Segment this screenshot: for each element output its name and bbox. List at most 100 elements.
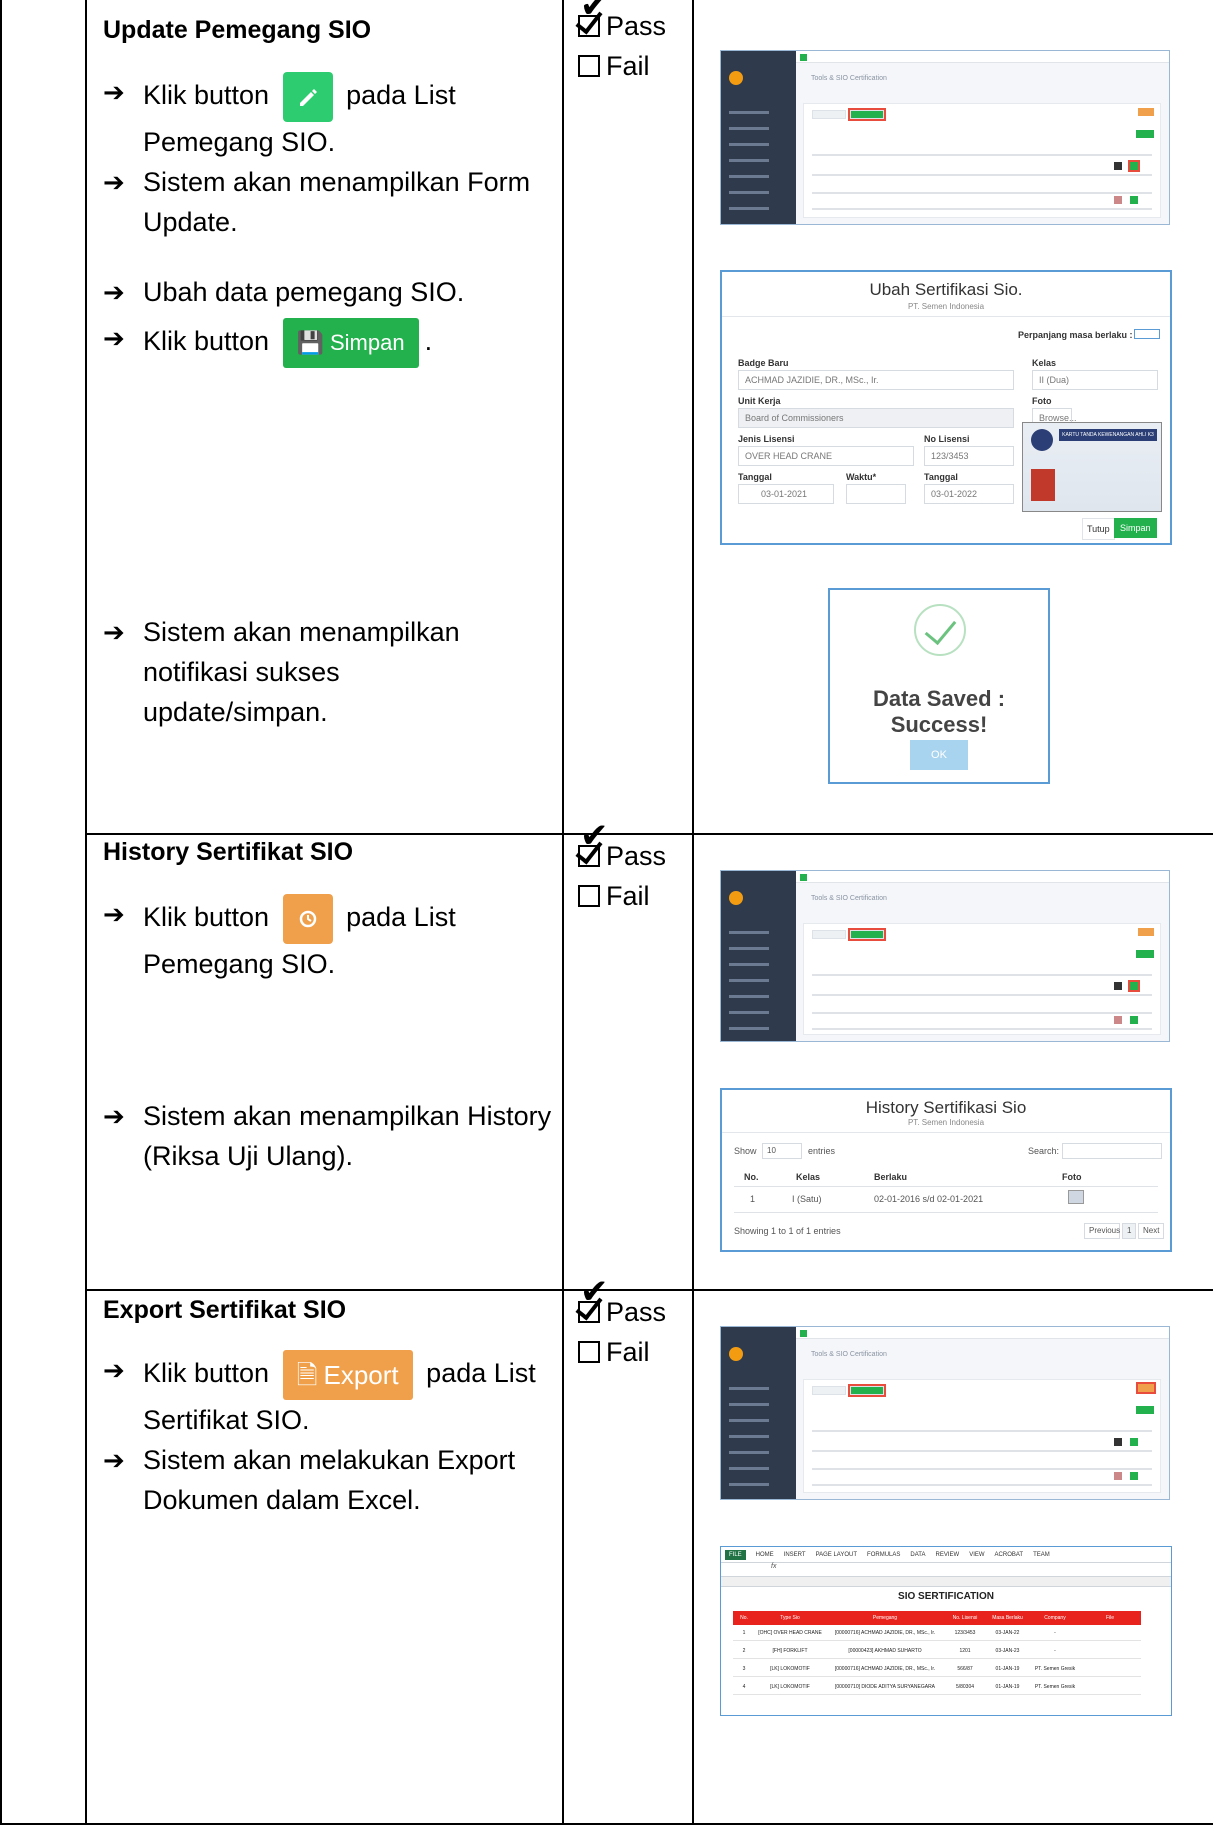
app-screenshot: Tools & SIO Certification [720, 50, 1170, 225]
success-message: Data Saved : Success! [872, 686, 1006, 737]
fail-checkbox[interactable] [578, 1341, 600, 1363]
tab-sio[interactable] [848, 108, 886, 121]
ribbon-tab[interactable]: PAGE LAYOUT [816, 1552, 857, 1558]
excel-screenshot: FILE HOME INSERT PAGE LAYOUT FORMULAS DATA REV… [720, 1546, 1172, 1716]
app-sidebar [721, 51, 796, 224]
tab-sio[interactable] [848, 928, 886, 941]
badge-select[interactable]: ACHMAD JAZIDIE, DR., MSc., Ir. [738, 370, 1014, 390]
fail-checkbox[interactable] [578, 55, 600, 77]
table-divider-1 [85, 0, 87, 1825]
modal-title: History Sertifikasi Sio [865, 1098, 1027, 1117]
kelas-select[interactable]: II (Dua) [1032, 370, 1158, 390]
arrow-icon: ➔ [103, 277, 125, 307]
modal-subtitle: PT. Semen Indonesia [907, 1118, 985, 1127]
arrow-icon: ➔ [103, 167, 125, 197]
ok-button[interactable]: OK [910, 740, 968, 770]
logo-icon [729, 71, 743, 85]
step-item: ➔ Ubah data pemegang SIO. [103, 272, 553, 312]
history-modal: History Sertifikasi Sio PT. Semen Indone… [720, 1088, 1172, 1252]
excel-header-row: No. Type Sio Pemegang No. Lisensi Masa Berla… [733, 1611, 1141, 1625]
fail-label: Fail [606, 51, 650, 81]
step-text: Sistem akan menampilkan Form Update. [143, 167, 531, 237]
excel-cell: 03-JAN-23 [995, 1647, 1020, 1654]
excel-cell: 123/3453 [954, 1629, 976, 1636]
excel-cell: 01-JAN-19 [995, 1665, 1020, 1672]
ribbon-tab[interactable]: TEAM [1033, 1552, 1050, 1558]
excel-header-cell: Masa Berlaku [992, 1615, 1023, 1621]
edit-button[interactable] [282, 72, 333, 122]
step-text-pre: Klik button [143, 326, 270, 357]
next-button[interactable]: Next [1138, 1223, 1164, 1239]
row-steps: ➔ Ubah data pemegang SIO. ➔ Klik button … [103, 272, 553, 368]
excel-header-cell: No. Lisensi [952, 1615, 978, 1621]
pass-label: Pass [606, 841, 667, 871]
pass-label: Pass [606, 1297, 667, 1327]
pass-fail: Pass Fail [578, 836, 666, 916]
tab-sio[interactable] [848, 1384, 886, 1397]
pass-checkbox[interactable] [578, 845, 600, 867]
success-dialog: Data Saved : Success! OK [828, 588, 1050, 784]
export-button[interactable]: 🗎 Export [282, 1350, 413, 1400]
row-title: History Sertifikat SIO [103, 838, 354, 866]
fail-checkbox[interactable] [578, 885, 600, 907]
excel-row: 1 [OHC] OVER HEAD CRANE [00000716] ACHMAD … [733, 1625, 1141, 1641]
row-divider-1 [85, 833, 1213, 835]
tutup-button[interactable]: Tutup [1082, 518, 1115, 540]
ribbon-tab[interactable]: INSERT [784, 1552, 806, 1558]
arrow-icon: ➔ [103, 1355, 125, 1385]
ribbon-tab[interactable]: ACROBAT [995, 1552, 1024, 1558]
export-label: Export [323, 1360, 399, 1390]
row-steps: ➔ Sistem akan menampilkan notifikasi suk… [103, 612, 553, 732]
row-title: Export Sertifikat SIO [103, 1296, 347, 1324]
pass-checkbox[interactable] [578, 1301, 600, 1323]
ribbon-tab[interactable]: FILE [725, 1549, 746, 1560]
waktu-field[interactable] [846, 484, 906, 504]
step-item: ➔ Klik button pada List Pemegang SIO. [103, 894, 553, 984]
ribbon-tab[interactable]: REVIEW [936, 1552, 960, 1558]
step-text-post: . [424, 326, 433, 357]
jenis-select[interactable]: OVER HEAD CRANE [738, 446, 914, 466]
ribbon-tab[interactable]: DATA [910, 1552, 925, 1558]
page-title: Tools & SIO Certification [811, 1351, 887, 1358]
ribbon-tab[interactable]: HOME [756, 1552, 774, 1558]
excel-cell: PT. Semen Gresik [1034, 1683, 1076, 1690]
excel-cell: [00000710] DIODE ADITYA SURYANEGARA [834, 1683, 936, 1690]
excel-header-cell: Type Sio [780, 1615, 800, 1621]
ribbon-tab[interactable]: FORMULAS [867, 1552, 900, 1558]
excel-cell: 2 [742, 1647, 746, 1654]
success-check-icon [914, 604, 966, 656]
modal-simpan-button[interactable]: Simpan [1114, 518, 1157, 538]
excel-cell: 01-JAN-19 [995, 1683, 1020, 1690]
excel-row: 2 [FH] FORKLIFT [00000423] AKHMAD SUHARTO 1… [733, 1643, 1141, 1659]
prev-button[interactable]: Previous [1084, 1223, 1120, 1239]
step-item: ➔ Klik button pada List Pemegang SIO. [103, 72, 553, 162]
pass-fail: Pass Fail [578, 1292, 666, 1372]
app-sidebar [721, 1327, 796, 1499]
fail-label: Fail [606, 881, 650, 911]
extend-toggle[interactable] [1134, 329, 1160, 339]
logo-icon [729, 1347, 743, 1361]
arrow-icon: ➔ [103, 899, 125, 929]
nolisensi-field[interactable]: 123/3453 [924, 446, 1014, 466]
fail-label: Fail [606, 1337, 650, 1367]
step-text-pre: Klik button [143, 80, 270, 111]
tanggal-berlaku-field[interactable]: 03-01-2022 [924, 484, 1014, 504]
ribbon-tab[interactable]: VIEW [969, 1552, 984, 1558]
history-button[interactable] [282, 894, 333, 944]
pass-checkbox[interactable] [578, 15, 600, 37]
excel-header-cell: No. [740, 1615, 748, 1621]
arrow-icon: ➔ [103, 617, 125, 647]
app-sidebar [721, 871, 796, 1041]
simpan-label: Simpan [330, 330, 405, 355]
excel-cell: 4 [742, 1683, 746, 1690]
search-input[interactable] [1062, 1143, 1162, 1159]
page-button[interactable]: 1 [1122, 1223, 1136, 1239]
tanggal-field[interactable]: 03-01-2021 [738, 484, 834, 504]
row-title: Update Pemegang SIO [103, 16, 372, 44]
excel-cell: 3 [742, 1665, 746, 1672]
excel-cell: [00000716] ACHMAD JAZIDIE, DR., MSc., Ir… [834, 1665, 936, 1672]
simpan-button[interactable]: 💾 Simpan [282, 318, 419, 368]
row-steps: ➔ Klik button 🗎 Export pada List Sertifi… [103, 1350, 558, 1520]
entries-select[interactable]: 10 [762, 1143, 802, 1159]
table-border-left [0, 0, 2, 1825]
